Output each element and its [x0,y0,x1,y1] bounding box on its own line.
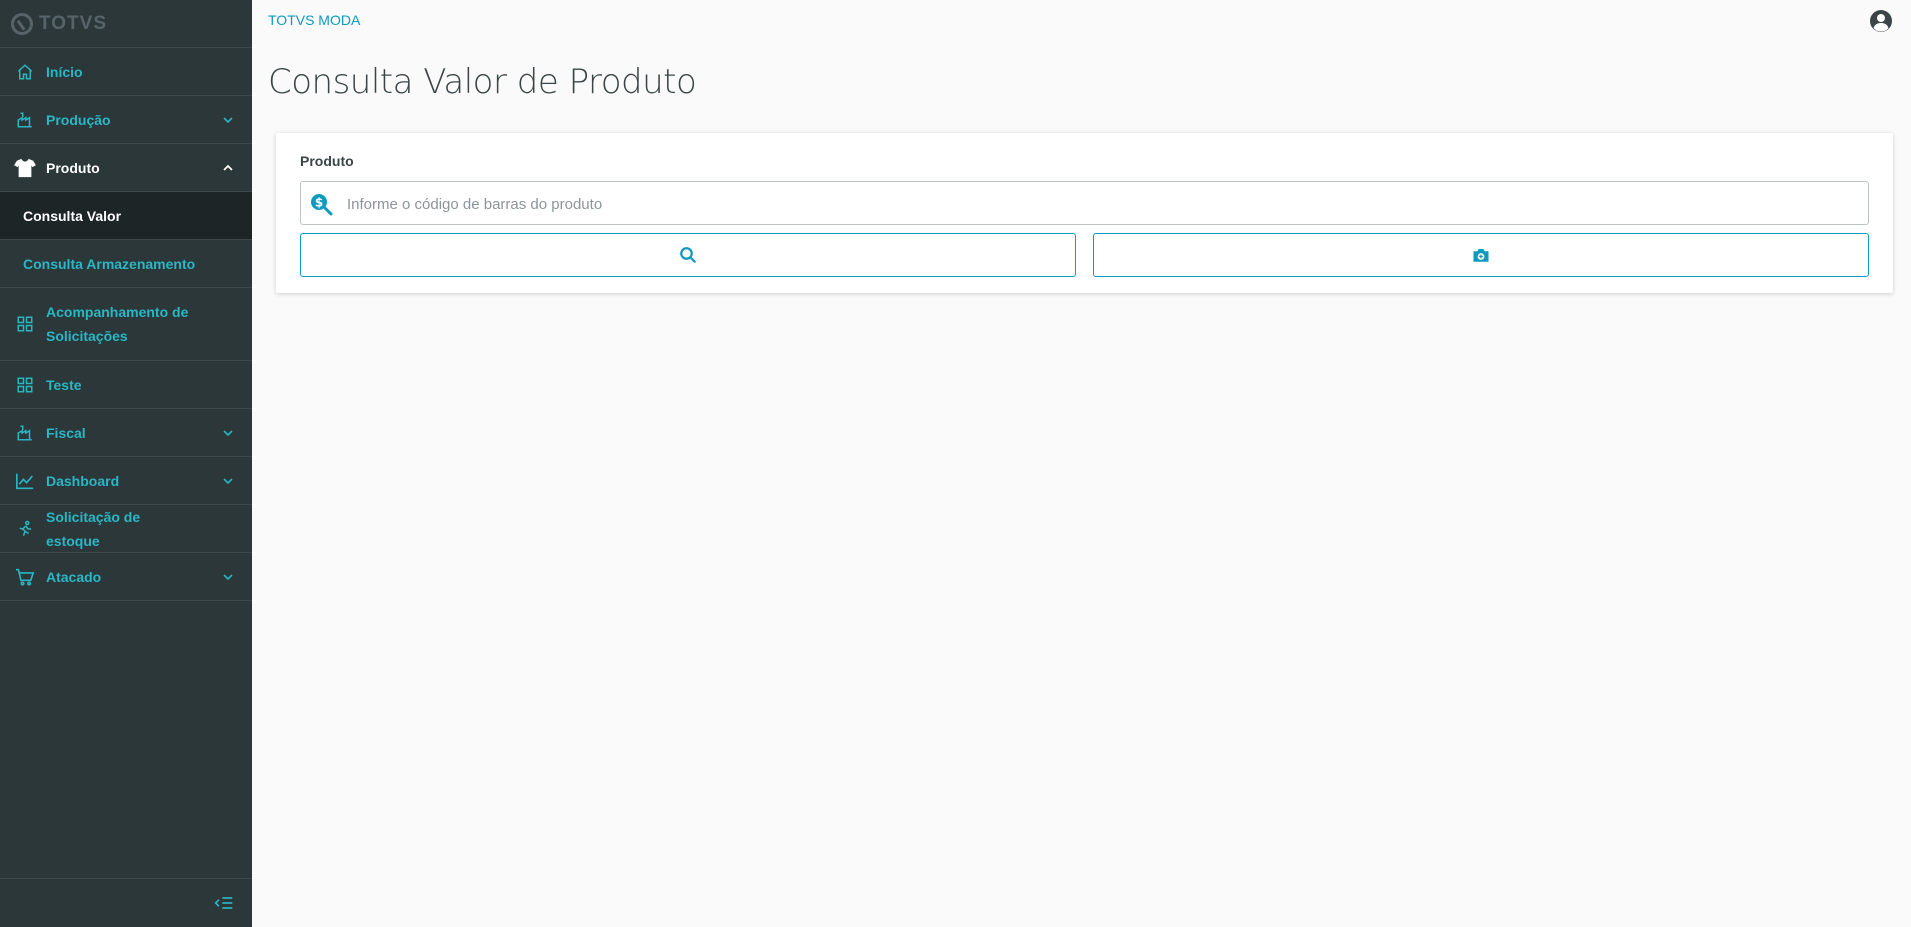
chart-line-icon [14,470,36,492]
sidebar-item-label: Atacado [46,568,102,585]
app-name-link[interactable]: TOTVS MODA [268,12,360,28]
camera-scan-button[interactable] [1093,233,1869,277]
main-content: TOTVS MODA Consulta Valor de Produto Pro… [252,0,1911,927]
cart-icon [14,566,36,588]
collapse-menu-icon[interactable] [214,893,234,913]
product-lookup-card: Produto $ [276,133,1893,293]
search-icon [680,247,696,263]
user-icon[interactable] [1869,9,1893,33]
running-person-icon [14,518,36,540]
logo: TOTVS [0,0,252,48]
chevron-down-icon [223,116,233,123]
sidebar-item-label: Início [46,63,83,80]
page-title: Consulta Valor de Produto [268,62,697,102]
sidebar-subitem-consulta-armazenamento[interactable]: Consulta Armazenamento [0,240,252,288]
sidebar-item-produto[interactable]: Produto [0,144,252,192]
sidebar-item-label: Fiscal [46,424,86,441]
sidebar-subitem-consulta-valor[interactable]: Consulta Valor [0,192,252,240]
sidebar-item-acompanhamento[interactable]: Acompanhamento de Solicitações [0,288,252,361]
sidebar-item-producao[interactable]: Produção [0,96,252,144]
search-button[interactable] [300,233,1076,277]
barcode-input-wrapper: $ [300,181,1869,226]
sidebar-subitem-label: Consulta Valor [23,207,122,224]
shirt-icon [14,157,36,179]
logo-text: TOTVS [39,12,107,34]
svg-text:$: $ [315,196,323,210]
sidebar-item-teste[interactable]: Teste [0,361,252,409]
factory-icon [14,109,36,131]
home-icon [14,61,36,83]
camera-icon [1473,249,1489,262]
totvs-logo-icon [11,12,33,35]
sidebar-item-atacado[interactable]: Atacado [0,553,252,601]
grid-icon [14,313,36,335]
sidebar-item-inicio[interactable]: Início [0,48,252,96]
sidebar-item-fiscal[interactable]: Fiscal [0,409,252,457]
sidebar-footer [0,878,252,927]
price-search-icon: $ [311,194,333,216]
chevron-down-icon [223,429,233,436]
product-field-label: Produto [300,153,354,169]
sidebar-item-solicitacao-estoque[interactable]: Solicitação de estoque [0,505,252,553]
barcode-input[interactable] [345,182,1849,226]
sidebar-item-dashboard[interactable]: Dashboard [0,457,252,505]
grid-icon [14,374,36,396]
sidebar: TOTVS Início Produção Produto Consulta V… [0,0,252,927]
factory-icon [14,422,36,444]
sidebar-item-label: Produto [46,159,100,176]
sidebar-item-label: Dashboard [46,472,120,489]
sidebar-item-label: Teste [46,376,82,393]
sidebar-subitem-label: Consulta Armazenamento [23,255,196,272]
sidebar-item-label: Solicitação de estoque [46,508,141,549]
chevron-down-icon [223,573,233,580]
sidebar-item-label: Acompanhamento de Solicitações [46,304,189,344]
sidebar-item-label: Produção [46,111,111,128]
chevron-down-icon [223,477,233,484]
chevron-up-icon [223,164,233,171]
